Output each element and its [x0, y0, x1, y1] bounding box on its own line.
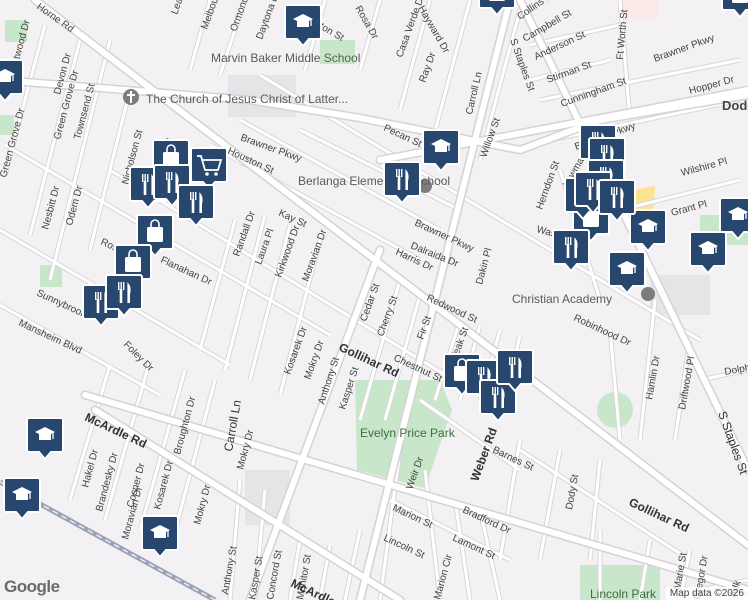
restaurant-icon[interactable]: [383, 161, 421, 205]
school-icon[interactable]: [284, 4, 322, 48]
school-icon[interactable]: [141, 515, 179, 559]
church-icon[interactable]: [123, 89, 139, 105]
school-icon[interactable]: [0, 59, 24, 103]
school-icon[interactable]: [26, 417, 64, 461]
map-canvas[interactable]: Horne Rd Lea Ln Melbourne Ormond Daytona…: [0, 0, 748, 600]
school-icon[interactable]: [608, 251, 646, 295]
school-icon[interactable]: [3, 477, 41, 521]
school-icon[interactable]: [422, 129, 460, 173]
restaurant-icon[interactable]: [496, 349, 534, 393]
google-logo: Google: [4, 577, 60, 596]
poi-label-marvin-baker[interactable]: Marvin Baker Middle School: [211, 51, 360, 65]
poi-label-christian-academy[interactable]: Christian Academy: [512, 292, 612, 306]
restaurant-icon[interactable]: [598, 179, 636, 223]
map-base: Horne Rd Lea Ln Melbourne Ormond Daytona…: [0, 0, 748, 600]
poi-label-church[interactable]: The Church of Jesus Christ of Latter...: [146, 92, 348, 106]
poi-label-lincoln-park[interactable]: Lincoln Park: [590, 587, 657, 600]
school-icon[interactable]: [629, 209, 667, 253]
poi-label-berlanga[interactable]: Berlanga Elementary School: [298, 174, 450, 188]
shopping-cart-icon[interactable]: [190, 147, 228, 191]
restaurant-icon[interactable]: [105, 274, 143, 318]
restaurant-icon[interactable]: [552, 229, 590, 273]
restaurant-icon[interactable]: [177, 184, 215, 228]
map-attribution[interactable]: Map data ©2026: [665, 587, 748, 600]
poi-label-evelyn-price-park[interactable]: Evelyn Price Park: [360, 426, 456, 440]
school-icon[interactable]: [689, 231, 727, 275]
street-label: Dodd: [722, 98, 748, 113]
